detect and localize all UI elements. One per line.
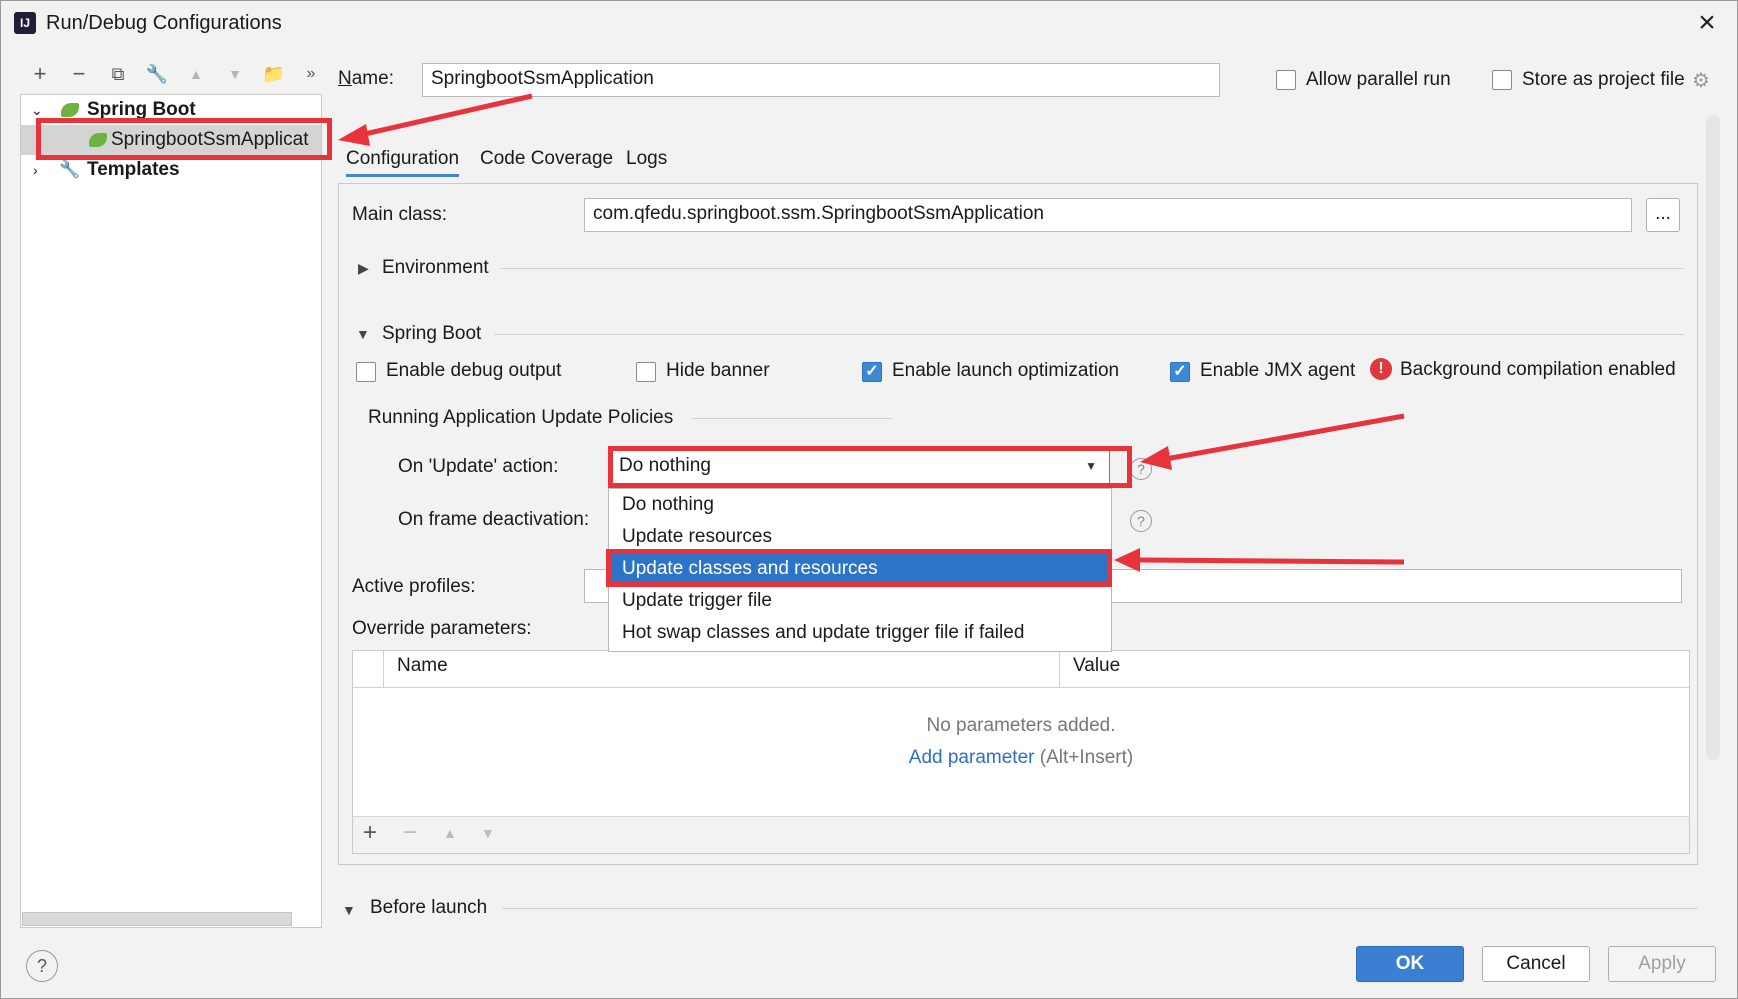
- arrowhead-select: [1140, 446, 1172, 470]
- arrow-to-tree: [355, 93, 533, 139]
- arrow-to-option: [1135, 557, 1405, 565]
- arrow-to-select: [1159, 413, 1405, 463]
- arrowhead-tree: [338, 124, 370, 146]
- annotation-arrows: [338, 93, 1405, 572]
- arrowhead-option: [1114, 548, 1140, 572]
